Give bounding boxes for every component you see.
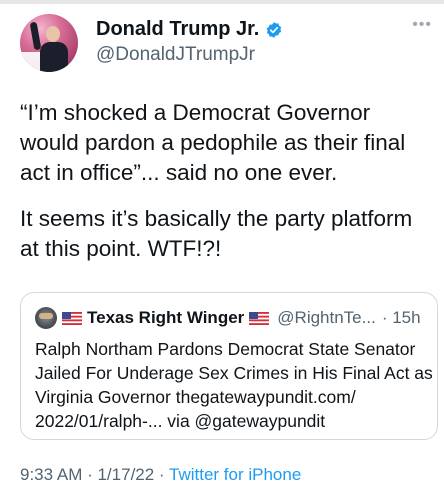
more-options-icon[interactable]: •••	[412, 16, 432, 34]
quoted-tweet-text: Ralph Northam Pardons Democrat State Sen…	[35, 339, 433, 431]
us-flag-icon	[62, 311, 82, 325]
tweet-source-link[interactable]: Twitter for iPhone	[169, 465, 301, 484]
quoted-tweet-time[interactable]: · 15h	[382, 308, 421, 328]
tweet-footer: 9:33 AM · 1/17/22 · Twitter for iPhone	[20, 465, 301, 485]
quoted-author-avatar[interactable]	[35, 307, 57, 329]
author-name-line[interactable]: Donald Trump Jr.	[96, 18, 283, 41]
raised-arm	[29, 21, 42, 51]
tweet-paragraph-2: It seems it’s basically the party platfo…	[20, 206, 413, 261]
author-name[interactable]: Donald Trump Jr.	[96, 18, 259, 41]
quoted-tweet-card[interactable]: Texas Right Winger @RightnTe... · 15h Ra…	[20, 292, 438, 440]
quoted-author-handle[interactable]: @RightnTe...	[277, 308, 376, 328]
author-handle[interactable]: @DonaldJTrumpJr	[96, 44, 255, 66]
tweet-paragraph-1: “I’m shocked a Democrat Governor would p…	[20, 100, 406, 185]
us-flag-icon	[249, 311, 270, 325]
avatar-head	[46, 26, 60, 42]
author-avatar[interactable]	[20, 14, 78, 72]
verified-badge-icon	[267, 21, 282, 38]
quoted-author-name[interactable]: Texas Right Winger	[87, 308, 244, 328]
tweet-timestamp[interactable]: 9:33 AM · 1/17/22 ·	[20, 465, 169, 484]
flag-backdrop	[20, 52, 42, 72]
avatar-body	[40, 42, 68, 72]
quoted-tweet-header: Texas Right Winger @RightnTe... · 15h	[35, 307, 421, 329]
top-divider	[0, 0, 444, 4]
tweet-header: Donald Trump Jr. @DonaldJTrumpJr •••	[20, 14, 440, 78]
